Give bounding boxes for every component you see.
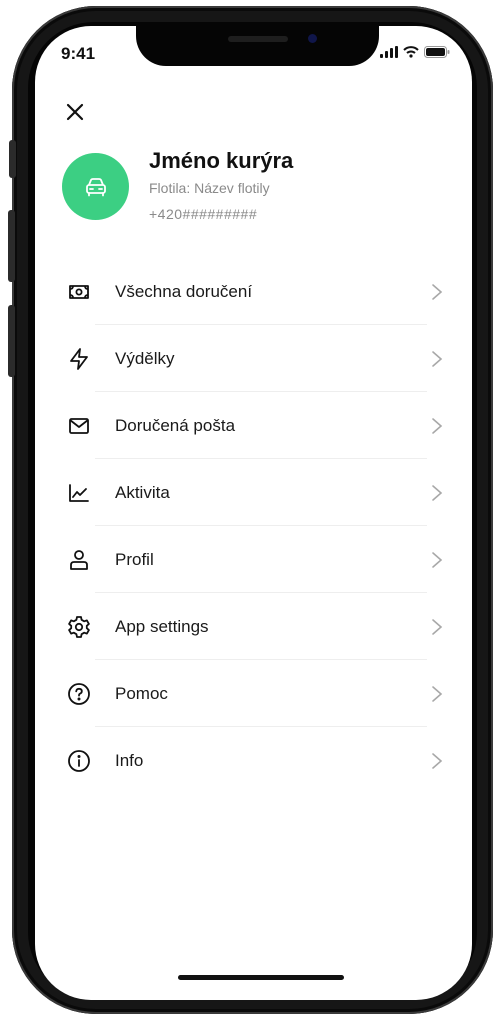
lightning-icon: [66, 346, 92, 372]
menu-item-activity[interactable]: Aktivita: [35, 459, 472, 526]
chevron-right-icon: [430, 751, 444, 771]
menu-item-label: Výdělky: [115, 348, 175, 368]
speaker-grille: [228, 36, 288, 42]
chevron-right-icon: [430, 416, 444, 436]
user-icon: [66, 547, 92, 573]
app-screen: 9:41 Jméno kurýra Flotila: Název flotily…: [35, 26, 472, 1000]
chevron-right-icon: [430, 282, 444, 302]
signal-icon: [380, 46, 398, 58]
menu-item-label: Aktivita: [115, 482, 170, 502]
car-icon: [85, 177, 106, 196]
chevron-right-icon: [430, 550, 444, 570]
battery-icon: [424, 46, 450, 58]
menu-item-label: Všechna doručení: [115, 281, 253, 301]
mute-switch: [9, 140, 16, 178]
menu-item-label: Profil: [115, 549, 154, 569]
help-icon: [66, 681, 92, 707]
menu-item-label: App settings: [115, 616, 209, 636]
info-icon: [66, 748, 92, 774]
wifi-icon: [403, 46, 419, 58]
close-icon[interactable]: [63, 100, 87, 124]
menu-item-label: Doručená pošta: [115, 415, 236, 435]
chart-line-icon: [66, 480, 92, 506]
side-menu: Všechna doručení Výdělky Doručená pošta …: [35, 258, 472, 794]
fleet-name: Flotila: Název flotily: [149, 180, 270, 196]
menu-item-earnings[interactable]: Výdělky: [35, 325, 472, 392]
status-icons: [380, 46, 450, 58]
chevron-right-icon: [430, 349, 444, 369]
volume-down-button: [8, 305, 15, 377]
front-camera: [308, 34, 317, 43]
phone-number: +420#########: [149, 206, 258, 222]
chevron-right-icon: [430, 483, 444, 503]
menu-item-profile[interactable]: Profil: [35, 526, 472, 593]
chevron-right-icon: [430, 684, 444, 704]
menu-item-info[interactable]: Info: [35, 727, 472, 794]
notch: [136, 26, 379, 66]
menu-item-label: Info: [115, 750, 144, 770]
menu-item-inbox[interactable]: Doručená pošta: [35, 392, 472, 459]
avatar[interactable]: [62, 153, 129, 220]
home-indicator[interactable]: [178, 975, 344, 980]
menu-item-all-deliveries[interactable]: Všechna doručení: [35, 258, 472, 325]
mail-icon: [66, 413, 92, 439]
volume-up-button: [8, 210, 15, 282]
menu-item-help[interactable]: Pomoc: [35, 660, 472, 727]
money-icon: [66, 279, 92, 305]
courier-name: Jméno kurýra: [149, 148, 294, 173]
menu-item-app-settings[interactable]: App settings: [35, 593, 472, 660]
gear-icon: [66, 614, 92, 640]
chevron-right-icon: [430, 617, 444, 637]
menu-item-label: Pomoc: [115, 683, 168, 703]
status-time: 9:41: [61, 44, 96, 63]
